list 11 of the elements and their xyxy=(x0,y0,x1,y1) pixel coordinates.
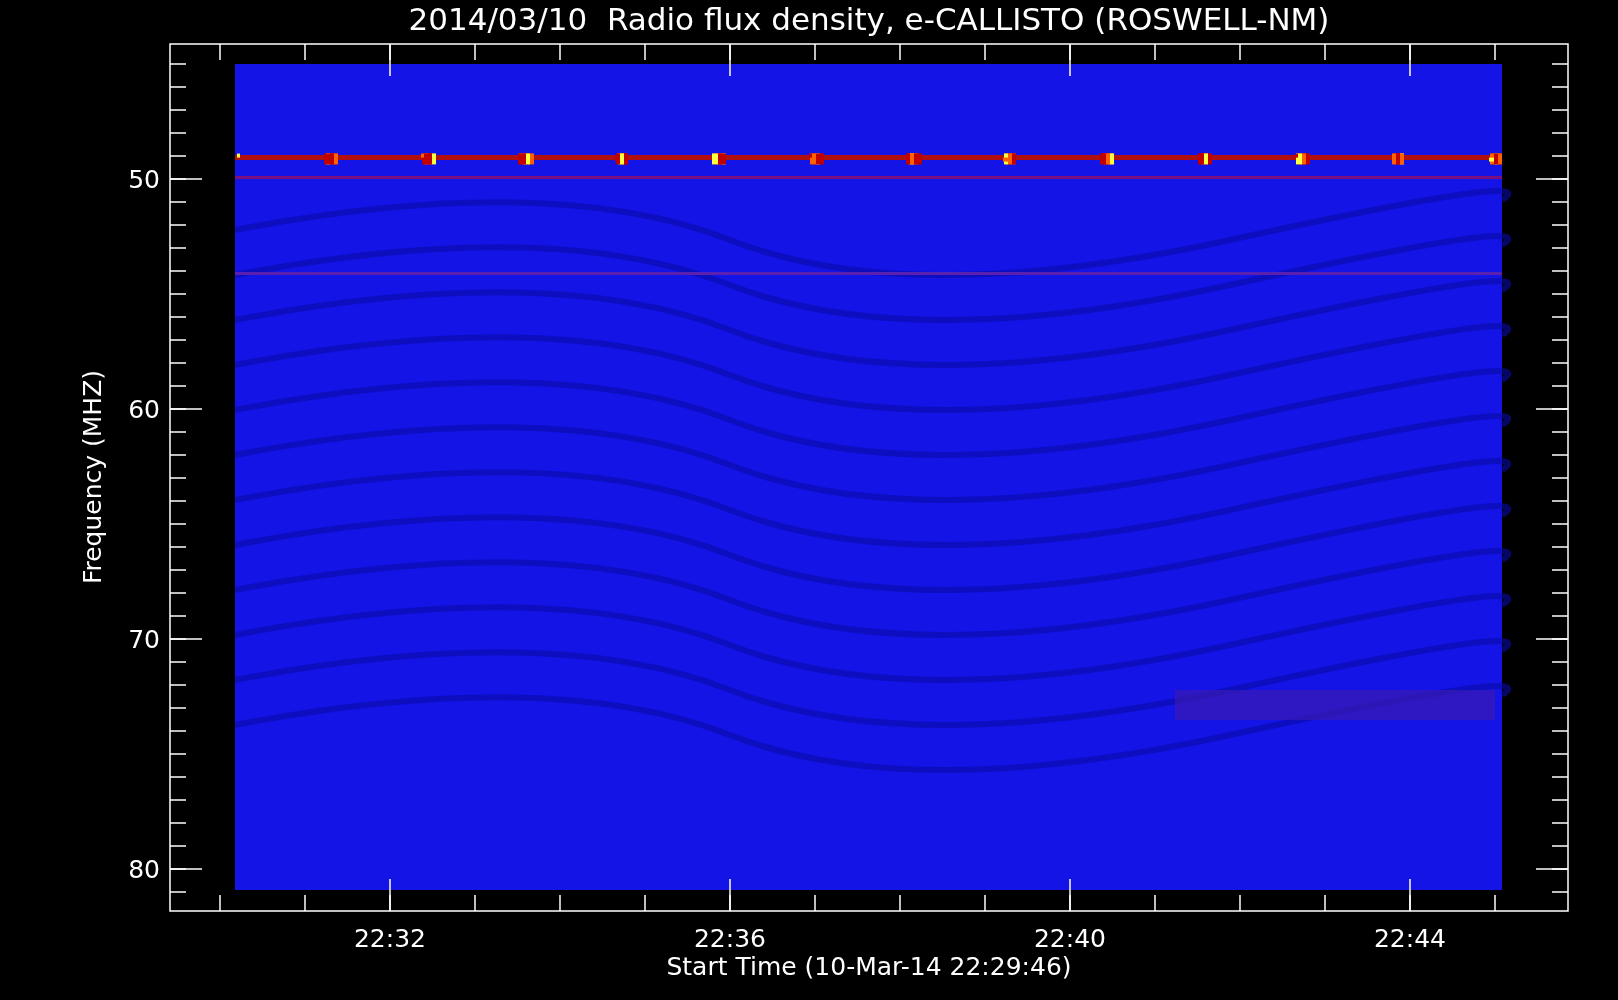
x-tick-label: 22:44 xyxy=(1374,924,1446,953)
x-tick-label: 22:36 xyxy=(694,924,766,953)
x-axis-label: Start Time (10-Mar-14 22:29:46) xyxy=(666,952,1072,981)
y-tick-label: 60 xyxy=(128,395,160,424)
chart-title: 2014/03/10 Radio flux density, e-CALLISTO (ROSWELL-NM) xyxy=(408,1,1330,37)
y-axis-label: Frequency (MHZ) xyxy=(78,369,107,585)
x-tick-label: 22:32 xyxy=(354,924,426,953)
x-tick-label: 22:40 xyxy=(1034,924,1106,953)
y-tick-label: 70 xyxy=(128,625,160,654)
y-tick-label: 50 xyxy=(128,165,160,194)
y-tick-label: 80 xyxy=(128,855,160,884)
